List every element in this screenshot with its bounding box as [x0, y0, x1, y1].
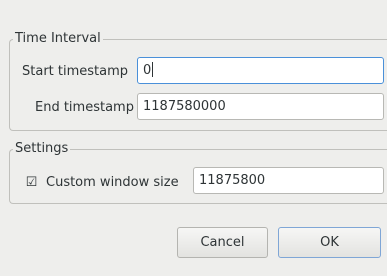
- custom-window-checkbox[interactable]: ☑: [25, 176, 38, 189]
- custom-window-size-value: 11875800: [199, 173, 266, 188]
- cancel-button[interactable]: Cancel: [177, 227, 268, 258]
- ok-button[interactable]: OK: [278, 227, 381, 258]
- end-timestamp-input[interactable]: 1187580000: [137, 93, 384, 120]
- time-interval-legend: Time Interval: [13, 31, 103, 47]
- settings-legend: Settings: [13, 141, 71, 157]
- end-timestamp-value: 1187580000: [143, 99, 226, 114]
- start-timestamp-input[interactable]: 0: [137, 57, 384, 84]
- text-caret: [152, 62, 154, 77]
- start-timestamp-label: Start timestamp: [22, 64, 129, 79]
- custom-window-size-input[interactable]: 11875800: [193, 167, 384, 194]
- custom-window-label: Custom window size: [46, 175, 179, 190]
- start-timestamp-value: 0: [143, 63, 152, 78]
- end-timestamp-label: End timestamp: [35, 100, 134, 115]
